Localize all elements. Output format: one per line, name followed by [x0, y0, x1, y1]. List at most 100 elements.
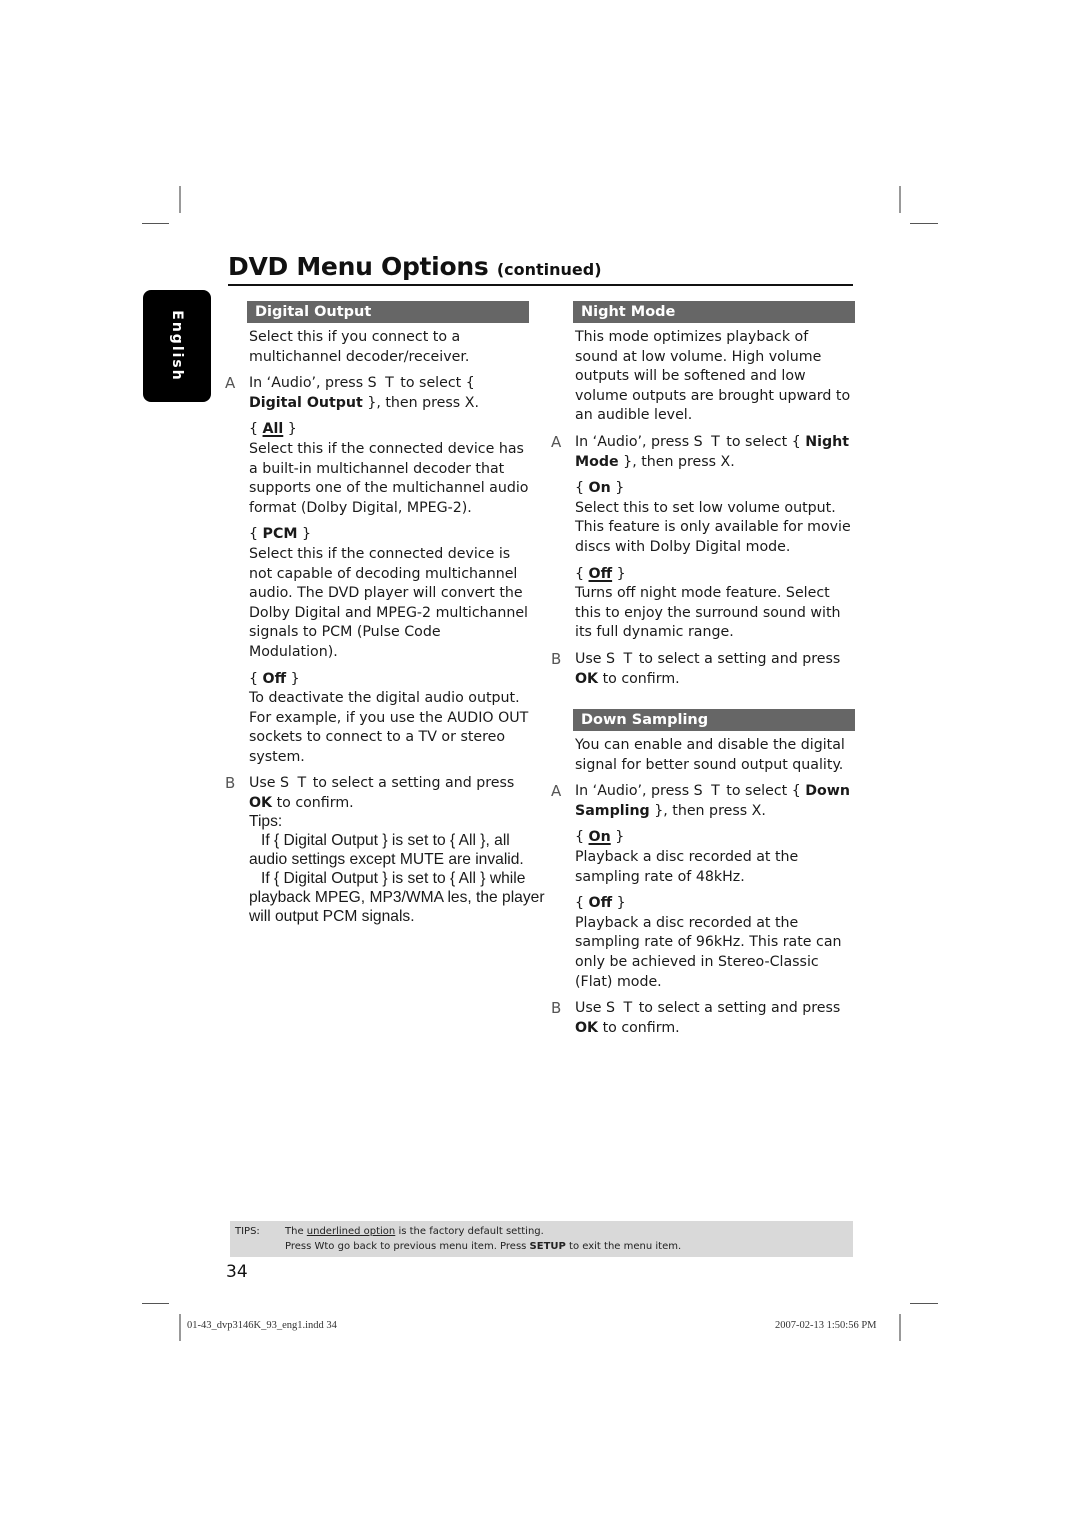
step-text: . — [474, 394, 479, 411]
crop-mark — [899, 186, 901, 213]
step-label: A — [551, 432, 562, 451]
tips-text: is the factory default setting. — [395, 1226, 544, 1237]
step-text: In ‘Audio’, press — [575, 433, 694, 450]
language-tab: English — [143, 290, 211, 402]
up-down-keys-icon: S T — [693, 783, 722, 800]
step-text: to select a setting and press — [308, 775, 515, 792]
step-a: A In ‘Audio’, press S T to select { Digi… — [225, 374, 529, 413]
back-key-icon: Press W — [285, 1241, 325, 1252]
tips-bar-key: TIPS: — [235, 1226, 260, 1237]
step-text: to select a setting and press — [634, 1000, 841, 1017]
page-title-rule: DVD Menu Options (continued) — [228, 250, 853, 286]
up-down-keys-icon: S T — [367, 375, 396, 392]
tip-text: If { Digital Output } is set to { All } … — [261, 870, 526, 887]
option-off: { Off } To deactivate the digital audio … — [249, 670, 529, 768]
underlined-option-sample: underlined option — [306, 1226, 396, 1237]
step-text: . — [761, 802, 766, 819]
page-title-text: DVD Menu Options — [228, 252, 489, 281]
right-key-icon: X — [464, 394, 475, 411]
step-text: }, then press — [618, 453, 721, 470]
tips-text: to exit the menu item. — [565, 1241, 682, 1252]
tip-text: will output PCM signals. — [249, 908, 415, 925]
step-text: Use — [575, 1000, 607, 1017]
crop-mark — [899, 1314, 901, 1341]
step-text: Use — [249, 775, 281, 792]
option-off: { Off } Turns off night mode feature. Se… — [575, 565, 855, 643]
option-name: Off — [262, 670, 287, 687]
option-name: All — [262, 421, 284, 438]
section-header-night-mode: Night Mode — [573, 301, 855, 323]
right-key-icon: X — [720, 453, 731, 470]
crop-mark — [179, 1314, 181, 1341]
option-name: Off — [588, 895, 613, 912]
section-header-digital-output: Digital Output — [247, 301, 529, 323]
step-label: B — [551, 999, 562, 1018]
crop-mark — [142, 223, 169, 224]
tip-text: playback MPEG, MP3/WMA les, the player — [249, 889, 545, 906]
option-desc: Select this to set low volume output. Th… — [575, 499, 851, 555]
language-tab-label: English — [169, 310, 185, 382]
step-text: to confirm. — [598, 670, 680, 687]
option-off: { Off } Playback a disc recorded at the … — [575, 894, 855, 992]
step-label: A — [225, 374, 236, 393]
ok-key: OK — [575, 1019, 599, 1036]
crop-mark — [179, 186, 181, 213]
right-column: Night Mode This mode optimizes playback … — [551, 301, 855, 1038]
tips-text: The — [285, 1226, 307, 1237]
step-text: to select { — [721, 433, 806, 450]
step-label: B — [225, 774, 236, 793]
step-text: to confirm. — [598, 1019, 680, 1036]
tips-heading: Tips: — [249, 813, 283, 830]
option-desc: Select this if the connected device is n… — [249, 545, 528, 660]
crop-mark — [910, 223, 938, 224]
ok-key: OK — [575, 670, 599, 687]
step-text: to confirm. — [272, 795, 354, 812]
section-intro: Select this if you connect to a multicha… — [249, 329, 470, 365]
page-number: 34 — [226, 1262, 248, 1282]
section-intro: You can enable and disable the digital s… — [575, 737, 845, 773]
option-on: { On } Playback a disc recorded at the s… — [575, 828, 855, 887]
up-down-keys-icon: S T — [606, 1000, 635, 1017]
tips-bar-line-1: The underlined option is the factory def… — [285, 1224, 544, 1239]
option-all: { All } Select this if the connected dev… — [249, 420, 529, 518]
option-desc: Playback a disc recorded at the sampling… — [575, 914, 842, 990]
step-a: A In ‘Audio’, press S T to select { Nigh… — [551, 433, 855, 472]
down-sampling-section: Down Sampling You can enable and disable… — [551, 709, 855, 1038]
tips-bar: TIPS: The underlined option is the facto… — [230, 1221, 853, 1257]
option-desc: Select this if the connected device has … — [249, 440, 529, 516]
option-name: On — [588, 480, 611, 497]
up-down-keys-icon: S T — [693, 433, 722, 450]
option-pcm: { PCM } Select this if the connected dev… — [249, 525, 529, 662]
option-name: Off — [588, 565, 613, 582]
option-on: { On } Select this to set low volume out… — [575, 479, 855, 557]
tips-bar-line-2: Press Wto go back to previous menu item.… — [285, 1239, 681, 1254]
menu-item-name: Digital Output — [249, 394, 363, 411]
crop-mark — [910, 1303, 938, 1304]
step-label: A — [551, 782, 562, 801]
tips-block: Tips: If { Digital Output } is set to { … — [249, 812, 579, 926]
step-text: Use — [575, 650, 607, 667]
step-label: B — [551, 649, 562, 668]
step-text: . — [730, 453, 735, 470]
step-b: B Use S T to select a setting and press … — [551, 999, 855, 1038]
step-text: In ‘Audio’, press — [575, 783, 694, 800]
step-text: }, then press — [362, 394, 465, 411]
tip-text: If { Digital Output } is set to { All },… — [261, 832, 510, 849]
up-down-keys-icon: S T — [280, 775, 309, 792]
digital-output-section: Digital Output Select this if you connec… — [225, 301, 529, 814]
step-text: to select { — [395, 375, 475, 392]
up-down-keys-icon: S T — [606, 650, 635, 667]
right-key-icon: X — [751, 802, 762, 819]
step-text: to select a setting and press — [634, 650, 841, 667]
page-title: DVD Menu Options (continued) — [228, 250, 853, 287]
section-intro: This mode optimizes playback of sound at… — [575, 329, 851, 424]
setup-key: SETUP — [529, 1241, 566, 1252]
step-text: In ‘Audio’, press — [249, 375, 368, 392]
night-mode-section: Night Mode This mode optimizes playback … — [551, 301, 855, 689]
step-a: A In ‘Audio’, press S T to select { Down… — [551, 782, 855, 821]
tip-text: audio settings except MUTE are invalid. — [249, 851, 524, 868]
option-desc: To deactivate the digital audio output. … — [249, 690, 529, 765]
step-b: B Use S T to select a setting and press … — [551, 650, 855, 689]
step-text: to select { — [721, 783, 806, 800]
tips-text: to go back to previous menu item. Press — [324, 1241, 530, 1252]
